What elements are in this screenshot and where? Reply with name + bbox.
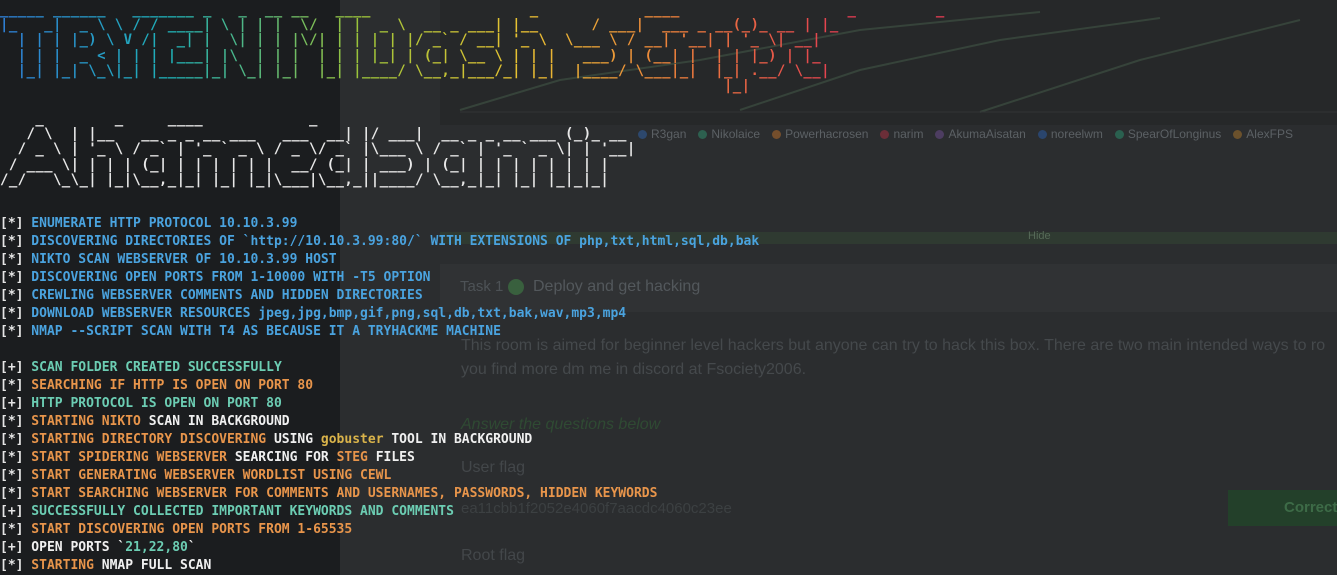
- line-text: SEARCHING IF HTTP IS OPEN ON PORT 80: [23, 378, 314, 393]
- terminal-line: [*] DISCOVERING OPEN PORTS FROM 1-10000 …: [0, 269, 759, 287]
- line-text: 21,22,80: [125, 540, 188, 555]
- line-text: DISCOVERING DIRECTORIES OF `http://10.10…: [23, 234, 760, 249]
- terminal-line: [*] NMAP --SCRIPT SCAN WITH T4 AS BECAUS…: [0, 323, 759, 341]
- status-prefix: [*]: [0, 324, 24, 339]
- line-text: STEG: [336, 450, 368, 465]
- status-prefix: [*]: [0, 468, 24, 483]
- line-text: OPEN PORTS `: [23, 540, 126, 555]
- status-prefix: [*]: [0, 288, 24, 303]
- status-prefix: [*]: [0, 306, 24, 321]
- line-text: START DISCOVERING OPEN PORTS FROM 1-6553…: [23, 522, 353, 537]
- status-prefix: [*]: [0, 432, 24, 447]
- line-text: NMAP --SCRIPT SCAN WITH T4 AS BECAUSE IT…: [23, 324, 501, 339]
- terminal-line: [+] SUCCESSFULLY COLLECTED IMPORTANT KEY…: [0, 503, 657, 521]
- line-text: STARTING NIKTO: [23, 414, 149, 429]
- line-text: SCAN IN BACKGROUND: [148, 414, 290, 429]
- tryenum-ascii-banner: _____ ______ _______ _ _ __ __ ____ _ __…: [0, 2, 945, 95]
- terminal-line: [*] STARTING NIKTO SCAN IN BACKGROUND: [0, 413, 657, 431]
- scan-progress-output: [+] SCAN FOLDER CREATED SUCCESSFULLY [*] …: [0, 359, 657, 575]
- terminal-line: [*] START GENERATING WEBSERVER WORDLIST …: [0, 467, 657, 485]
- status-prefix: [*]: [0, 486, 24, 501]
- line-text: DISCOVERING OPEN PORTS FROM 1-10000 WITH…: [23, 270, 431, 285]
- line-text: ENUMERATE HTTP PROTOCOL 10.10.3.99: [23, 216, 298, 231]
- line-text: SEARCING FOR: [234, 450, 337, 465]
- terminal-line: [*] START SEARCHING WEBSERVER FOR COMMEN…: [0, 485, 657, 503]
- terminal-line: [*] DISCOVERING DIRECTORIES OF `http://1…: [0, 233, 759, 251]
- status-prefix: [*]: [0, 378, 24, 393]
- terminal-line: [*] START SPIDERING WEBSERVER SEARCING F…: [0, 449, 657, 467]
- status-prefix: [*]: [0, 252, 24, 267]
- terminal-window[interactable]: _____ ______ _______ _ _ __ __ ____ _ __…: [0, 0, 1337, 575]
- terminal-line: [*] NIKTO SCAN WEBSERVER OF 10.10.3.99 H…: [0, 251, 759, 269]
- status-prefix: [*]: [0, 216, 24, 231]
- terminal-line: [*] STARTING DIRECTORY DISCOVERING USING…: [0, 431, 657, 449]
- status-prefix: [+]: [0, 540, 24, 555]
- line-text: CREWLING WEBSERVER COMMENTS AND HIDDEN D…: [23, 288, 423, 303]
- author-ascii-banner: _ _ ____ _ / \ | |__ __ _ _ __ ___ ___ _…: [0, 111, 636, 188]
- terminal-line: [*] ENUMERATE HTTP PROTOCOL 10.10.3.99: [0, 215, 759, 233]
- status-prefix: [*]: [0, 270, 24, 285]
- terminal-line: [*] SEARCHING IF HTTP IS OPEN ON PORT 80: [0, 377, 657, 395]
- line-text: `: [187, 540, 196, 555]
- status-prefix: [+]: [0, 360, 24, 375]
- line-text: HTTP PROTOCOL IS OPEN ON PORT 80: [23, 396, 282, 411]
- line-text: NMAP FULL SCAN: [101, 558, 212, 573]
- line-text: START SEARCHING WEBSERVER FOR COMMENTS A…: [23, 486, 658, 501]
- line-text: TOOL IN BACKGROUND: [383, 432, 533, 447]
- terminal-line: [+] SCAN FOLDER CREATED SUCCESSFULLY: [0, 359, 657, 377]
- line-text: SUCCESSFULLY COLLECTED IMPORTANT KEYWORD…: [23, 504, 454, 519]
- status-prefix: [*]: [0, 414, 24, 429]
- status-prefix: [+]: [0, 396, 24, 411]
- status-prefix: [+]: [0, 504, 24, 519]
- line-text: gobuster: [320, 432, 384, 447]
- line-text: USING: [273, 432, 321, 447]
- line-text: DOWNLOAD WEBSERVER RESOURCES jpeg,jpg,bm…: [23, 306, 627, 321]
- terminal-line: [*] START DISCOVERING OPEN PORTS FROM 1-…: [0, 521, 657, 539]
- line-text: SCAN FOLDER CREATED SUCCESSFULLY: [23, 360, 282, 375]
- line-text: START SPIDERING WEBSERVER: [23, 450, 235, 465]
- terminal-line: [*] CREWLING WEBSERVER COMMENTS AND HIDD…: [0, 287, 759, 305]
- status-prefix: [*]: [0, 522, 24, 537]
- line-text: NIKTO SCAN WEBSERVER OF 10.10.3.99 HOST: [23, 252, 337, 267]
- terminal-line: [*] DOWNLOAD WEBSERVER RESOURCES jpeg,jp…: [0, 305, 759, 323]
- line-text: START GENERATING WEBSERVER WORDLIST USIN…: [23, 468, 392, 483]
- status-prefix: [*]: [0, 558, 24, 573]
- terminal-line: [+] HTTP PROTOCOL IS OPEN ON PORT 80: [0, 395, 657, 413]
- enumeration-plan-output: [*] ENUMERATE HTTP PROTOCOL 10.10.3.99 [*…: [0, 215, 759, 341]
- line-text: STARTING DIRECTORY DISCOVERING: [23, 432, 274, 447]
- line-text: STARTING: [23, 558, 102, 573]
- terminal-line: [*] STARTING NMAP FULL SCAN: [0, 557, 657, 575]
- terminal-line: [+] OPEN PORTS `21,22,80`: [0, 539, 657, 557]
- status-prefix: [*]: [0, 450, 24, 465]
- line-text: FILES: [367, 450, 415, 465]
- status-prefix: [*]: [0, 234, 24, 249]
